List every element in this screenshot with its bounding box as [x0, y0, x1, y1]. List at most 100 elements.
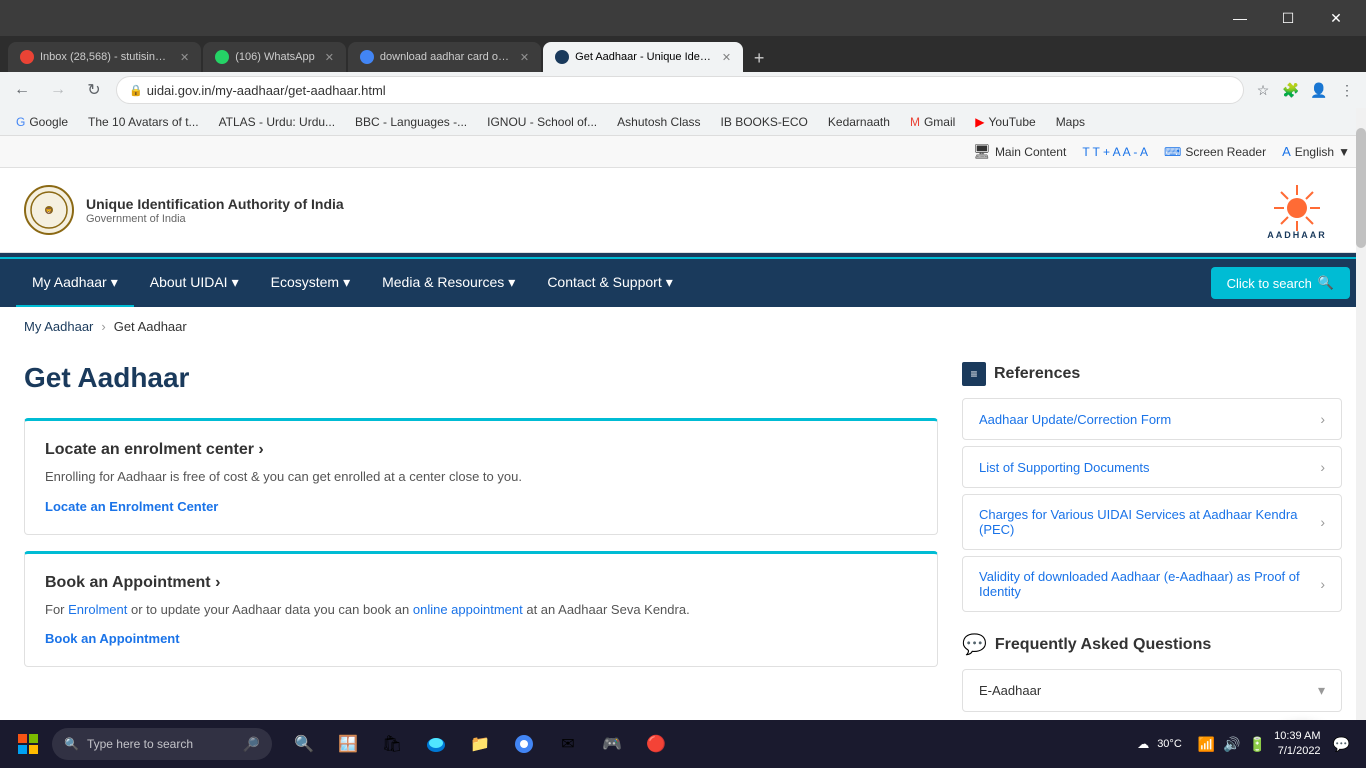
appointment-card-desc: For Enrolment or to update your Aadhaar … — [45, 600, 917, 620]
maximize-button[interactable]: ☐ — [1266, 2, 1310, 34]
taskbar-app-store[interactable]: 🛍 — [372, 724, 412, 764]
aadhaar-logo: AADHAAR — [1252, 180, 1342, 240]
nav-my-aadhaar[interactable]: My Aadhaar ▾ — [16, 259, 134, 307]
taskbar-app-files[interactable]: 📁 — [460, 724, 500, 764]
ref-item-3[interactable]: Validity of downloaded Aadhaar (e-Aadhaa… — [962, 556, 1342, 612]
back-button[interactable]: ← — [8, 76, 36, 104]
taskbar-app-extra[interactable]: 🔴 — [636, 724, 676, 764]
bookmark-maps[interactable]: Maps — [1048, 113, 1093, 131]
tab-close-aadhaar[interactable]: ✕ — [722, 51, 731, 64]
taskbar-app-search[interactable]: 🔍 — [284, 724, 324, 764]
online-appointment-link[interactable]: online appointment — [413, 602, 523, 617]
bookmark-ib-books[interactable]: IB BOOKS-ECO — [713, 113, 816, 131]
taskbar-app-edge[interactable] — [416, 724, 456, 764]
nav-about-uidai[interactable]: About UIDAI ▾ — [134, 259, 255, 307]
language-label: English — [1295, 145, 1334, 159]
enrolment-center-link[interactable]: Locate an Enrolment Center — [45, 499, 218, 514]
screen-reader-link[interactable]: ⌨ Screen Reader — [1164, 145, 1266, 159]
tab-close-google[interactable]: ✕ — [520, 51, 529, 64]
bookmark-bbc[interactable]: BBC - Languages -... — [347, 113, 475, 131]
enrolment-link-inline[interactable]: Enrolment — [68, 602, 127, 617]
menu-icon[interactable]: ⋮ — [1336, 79, 1358, 101]
tab-gmail[interactable]: Inbox (28,568) - stutisingh222@... ✕ — [8, 42, 201, 72]
taskbar-app-mail[interactable]: ✉ — [548, 724, 588, 764]
taskbar-battery-icon[interactable]: 🔋 — [1249, 736, 1266, 753]
taskbar-search-mic: 🔎 — [243, 736, 260, 753]
ref-item-0[interactable]: Aadhaar Update/Correction Form › — [962, 398, 1342, 440]
ref-item-1[interactable]: List of Supporting Documents › — [962, 446, 1342, 488]
bookmark-ashutosh[interactable]: Ashutosh Class — [609, 113, 708, 131]
taskbar-network-icon[interactable]: 📶 — [1198, 736, 1215, 753]
tab-label-gmail: Inbox (28,568) - stutisingh222@... — [40, 51, 170, 63]
bookmark-youtube[interactable]: ▶ YouTube — [967, 113, 1043, 131]
faq-icon: 💬 — [962, 632, 987, 657]
bookmark-gmail-label: Gmail — [924, 115, 955, 129]
bookmark-kedarnaath[interactable]: Kedarnaath — [820, 113, 898, 131]
nav-my-aadhaar-label: My Aadhaar — [32, 274, 107, 290]
search-button[interactable]: Click to search 🔍 — [1211, 267, 1350, 299]
profile-icon[interactable]: 👤 — [1308, 79, 1330, 101]
scrollbar-thumb[interactable] — [1356, 128, 1366, 248]
new-tab-button[interactable]: + — [745, 44, 773, 72]
url-text: uidai.gov.in/my-aadhaar/get-aadhaar.html — [147, 83, 386, 98]
tab-favicon-google — [360, 50, 374, 64]
book-appointment-link[interactable]: Book an Appointment — [45, 631, 180, 646]
address-bar[interactable]: 🔒 uidai.gov.in/my-aadhaar/get-aadhaar.ht… — [116, 76, 1244, 104]
breadcrumb-separator: › — [101, 319, 105, 334]
taskbar-search-box[interactable]: 🔍 Type here to search 🔎 — [52, 728, 272, 760]
browser-toolbar: ☆ 🧩 👤 ⋮ — [1252, 79, 1358, 101]
bookmark-google[interactable]: G Google — [8, 113, 76, 131]
bookmark-avatars[interactable]: The 10 Avatars of t... — [80, 113, 207, 131]
monitor-icon: 🖥 — [973, 143, 991, 160]
nav-media-resources[interactable]: Media & Resources ▾ — [366, 259, 531, 307]
taskbar-search-icon: 🔍 — [64, 737, 79, 751]
tab-aadhaar[interactable]: Get Aadhaar - Unique Identificati... ✕ — [543, 42, 743, 72]
main-layout: Get Aadhaar Locate an enrolment center ›… — [0, 346, 1366, 756]
text-resize-control[interactable]: T T + A A - A — [1082, 145, 1148, 159]
faq-item-0[interactable]: E-Aadhaar ▾ — [962, 669, 1342, 712]
taskbar-clock[interactable]: 10:39 AM 7/1/2022 — [1274, 729, 1320, 760]
nav-ecosystem[interactable]: Ecosystem ▾ — [255, 259, 367, 307]
nav-contact-support[interactable]: Contact & Support ▾ — [531, 259, 688, 307]
bookmark-icon[interactable]: ☆ — [1252, 79, 1274, 101]
references-section: ≡ References Aadhaar Update/Correction F… — [962, 362, 1342, 612]
scrollbar[interactable] — [1356, 108, 1366, 768]
main-content-link[interactable]: 🖥 Main Content — [973, 143, 1066, 160]
appointment-card-title[interactable]: Book an Appointment › — [45, 574, 917, 592]
bookmark-atlas[interactable]: ATLAS - Urdu: Urdu... — [211, 113, 343, 131]
bookmark-ignou[interactable]: IGNOU - School of... — [479, 113, 605, 131]
tab-google[interactable]: download aadhar card online - G ✕ — [348, 42, 541, 72]
close-button[interactable]: ✕ — [1314, 2, 1358, 34]
tab-favicon-gmail — [20, 50, 34, 64]
start-button[interactable] — [8, 724, 48, 764]
forward-button[interactable]: → — [44, 76, 72, 104]
sidebar: ≡ References Aadhaar Update/Correction F… — [962, 362, 1342, 756]
bookmark-youtube-label: YouTube — [989, 115, 1036, 129]
search-label: Click to search — [1227, 276, 1312, 291]
refresh-button[interactable]: ↻ — [80, 76, 108, 104]
tab-close-gmail[interactable]: ✕ — [180, 51, 189, 64]
edge-icon — [426, 734, 446, 754]
taskbar-app-game[interactable]: 🎮 — [592, 724, 632, 764]
taskbar-volume-icon[interactable]: 🔊 — [1223, 736, 1240, 753]
bookmark-gmail[interactable]: M Gmail — [902, 113, 963, 131]
org-info: Unique Identification Authority of India… — [86, 195, 344, 225]
taskbar-apps: 🔍 🪟 🛍 📁 ✉ 🎮 🔴 — [284, 724, 676, 764]
taskbar-app-chrome[interactable] — [504, 724, 544, 764]
nav-media-resources-label: Media & Resources — [382, 274, 504, 290]
taskbar-notification-icon[interactable]: 💬 — [1333, 736, 1350, 753]
ref-item-2[interactable]: Charges for Various UIDAI Services at Aa… — [962, 494, 1342, 550]
tab-whatsapp[interactable]: (106) WhatsApp ✕ — [203, 42, 346, 72]
youtube-favicon: ▶ — [975, 115, 984, 129]
bookmark-ib-books-label: IB BOOKS-ECO — [721, 115, 808, 129]
enrolment-card-title[interactable]: Locate an enrolment center › — [45, 441, 917, 459]
breadcrumb-parent[interactable]: My Aadhaar — [24, 319, 93, 334]
tab-close-whatsapp[interactable]: ✕ — [325, 51, 334, 64]
text-resize-label: T T + A A - A — [1082, 145, 1148, 159]
taskbar-app-widgets[interactable]: 🪟 — [328, 724, 368, 764]
site-header: 🦁 Unique Identification Authority of Ind… — [0, 168, 1366, 253]
bookmark-ashutosh-label: Ashutosh Class — [617, 115, 700, 129]
extensions-icon[interactable]: 🧩 — [1280, 79, 1302, 101]
language-selector[interactable]: A English ▼ — [1282, 144, 1350, 159]
minimize-button[interactable]: — — [1218, 2, 1262, 34]
